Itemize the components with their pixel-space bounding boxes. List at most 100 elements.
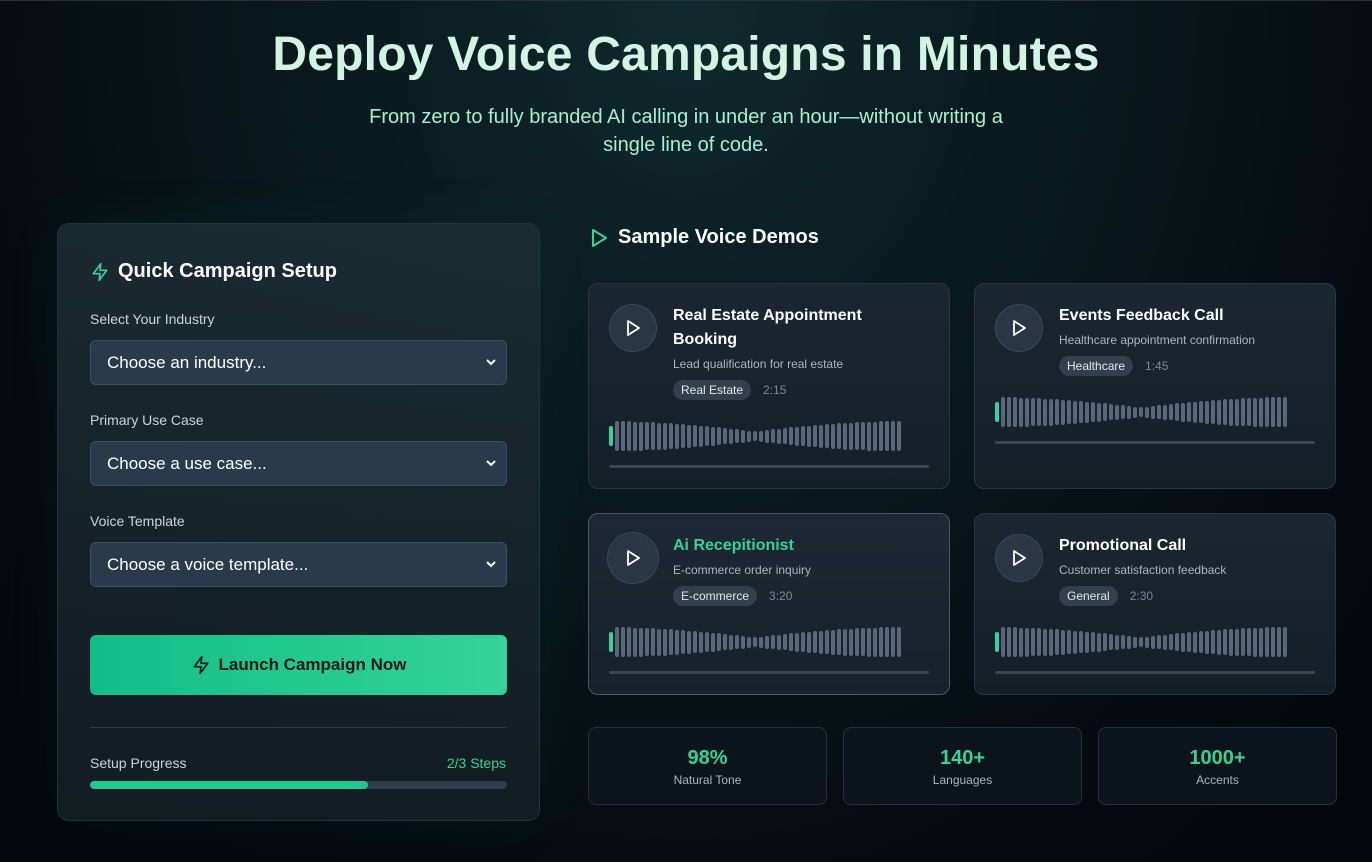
waveform-bar <box>1067 630 1071 654</box>
waveform-bar <box>1043 398 1047 426</box>
waveform-bar <box>1229 398 1233 426</box>
demo-card-real-estate[interactable]: Real Estate Appointment Booking Lead qua… <box>588 283 950 489</box>
hero-subtitle: From zero to fully branded AI calling in… <box>369 106 1003 156</box>
chevron-down-icon <box>486 359 496 366</box>
use-case-select-value: Choose a use case... <box>107 453 267 473</box>
demo-meta: Real Estate 2:15 <box>673 380 786 400</box>
waveform-bar <box>645 628 649 656</box>
waveform-bar <box>885 627 889 657</box>
waveform-bar <box>801 632 805 652</box>
waveform-bar <box>1145 406 1149 418</box>
waveform-bar <box>1085 631 1089 653</box>
waveform-bar <box>1031 398 1035 426</box>
demo-description: Healthcare appointment confirmation <box>1059 333 1256 347</box>
audio-progress-track[interactable] <box>995 671 1315 674</box>
waveform-bar <box>681 630 685 654</box>
waveform-bar <box>1061 629 1065 655</box>
voice-template-label: Voice Template <box>90 513 185 529</box>
setup-progress-steps: 2/3 Steps <box>446 755 506 771</box>
waveform-bar <box>873 421 877 451</box>
play-icon <box>627 320 640 336</box>
stat-label: Languages <box>932 773 993 787</box>
waveform-bar <box>729 634 733 650</box>
launch-campaign-button[interactable]: Launch Campaign Now <box>90 635 507 695</box>
play-button[interactable] <box>607 532 659 584</box>
hero-title: Deploy Voice Campaigns in Minutes <box>272 28 1100 81</box>
waveform-bar <box>831 423 835 449</box>
audio-progress-track[interactable] <box>609 671 929 674</box>
audio-progress-track[interactable] <box>995 441 1315 444</box>
waveform-bar <box>1217 399 1221 425</box>
waveform-bar <box>1133 406 1137 418</box>
industry-select[interactable]: Choose an industry... <box>90 340 507 385</box>
waveform-bar <box>717 633 721 651</box>
demo-duration: 2:30 <box>1129 589 1154 603</box>
chevron-down-icon <box>486 561 496 568</box>
stat-natural-tone: 98% Natural Tone <box>588 727 827 805</box>
waveform-bar <box>783 428 787 444</box>
waveform-bar <box>1271 397 1275 427</box>
waveform-bar <box>861 628 865 656</box>
waveform-bar <box>1037 628 1041 656</box>
waveform-bar <box>1247 398 1251 426</box>
stat-value: 140+ <box>939 747 986 769</box>
play-button[interactable] <box>995 304 1043 352</box>
setup-progress-bar <box>90 781 507 789</box>
play-button[interactable] <box>609 304 657 352</box>
waveform-bar <box>1061 399 1065 425</box>
waveform-bar <box>1013 627 1017 657</box>
waveform-bar <box>675 423 679 449</box>
waveform-bar <box>807 425 811 447</box>
demo-card-promotional[interactable]: Promotional Call Customer satisfaction f… <box>974 513 1336 695</box>
waveform-bar <box>1049 398 1053 426</box>
waveform-bar <box>1097 402 1101 422</box>
voice-template-select[interactable]: Choose a voice template... <box>90 542 507 587</box>
waveform-bar <box>855 628 859 656</box>
waveform-bar <box>1169 634 1173 650</box>
waveform-bar <box>801 426 805 446</box>
waveform-bar <box>1115 404 1119 420</box>
waveform-bar <box>1091 632 1095 652</box>
waveform-bar <box>1163 634 1167 650</box>
waveform-bar <box>819 630 823 654</box>
waveform-bar <box>1241 398 1245 426</box>
stat-languages: 140+ Languages <box>843 727 1082 805</box>
waveform-bar <box>1121 405 1125 419</box>
demo-card-events-feedback[interactable]: Events Feedback Call Healthcare appointm… <box>974 283 1336 489</box>
setup-header: Quick Campaign Setup <box>90 260 337 283</box>
waveform-bar <box>759 430 763 442</box>
waveform-bar <box>1253 627 1257 657</box>
waveform-bar <box>849 628 853 656</box>
demo-title: Real Estate Appointment Booking <box>673 307 862 348</box>
voice-template-select-value: Choose a voice template... <box>107 554 309 574</box>
waveform-bar <box>771 635 775 649</box>
play-icon <box>627 550 640 566</box>
demo-card-ai-receptionist[interactable]: Ai Recepitionist E-commerce order inquir… <box>588 513 950 695</box>
audio-progress-track[interactable] <box>609 465 929 468</box>
waveform-bar <box>891 627 895 657</box>
waveform-bar <box>675 629 679 655</box>
use-case-select[interactable]: Choose a use case... <box>90 441 507 486</box>
waveform-bar <box>1277 397 1281 427</box>
waveform-bar <box>687 424 691 448</box>
waveform-bar <box>747 636 751 648</box>
waveform-bar <box>795 632 799 652</box>
waveform-bar <box>1139 407 1143 417</box>
demo-duration: 1:45 <box>1145 359 1169 373</box>
waveform-bar <box>615 421 619 451</box>
waveform-bar <box>1241 628 1245 656</box>
waveform-bar <box>1157 405 1161 419</box>
waveform-bar <box>771 429 775 443</box>
waveform-bar <box>651 422 655 450</box>
waveform-bar <box>657 422 661 450</box>
audio-waveform <box>609 420 901 452</box>
play-button[interactable] <box>995 534 1043 582</box>
sample-demos-title: Sample Voice Demos <box>618 226 819 248</box>
waveform-bar <box>1199 401 1203 423</box>
waveform-bar <box>1271 627 1275 657</box>
audio-waveform <box>995 626 1287 658</box>
setup-progress-label: Setup Progress <box>90 755 187 771</box>
waveform-bar <box>789 427 793 445</box>
waveform-bar <box>1283 397 1287 427</box>
waveform-bar <box>1199 631 1203 653</box>
